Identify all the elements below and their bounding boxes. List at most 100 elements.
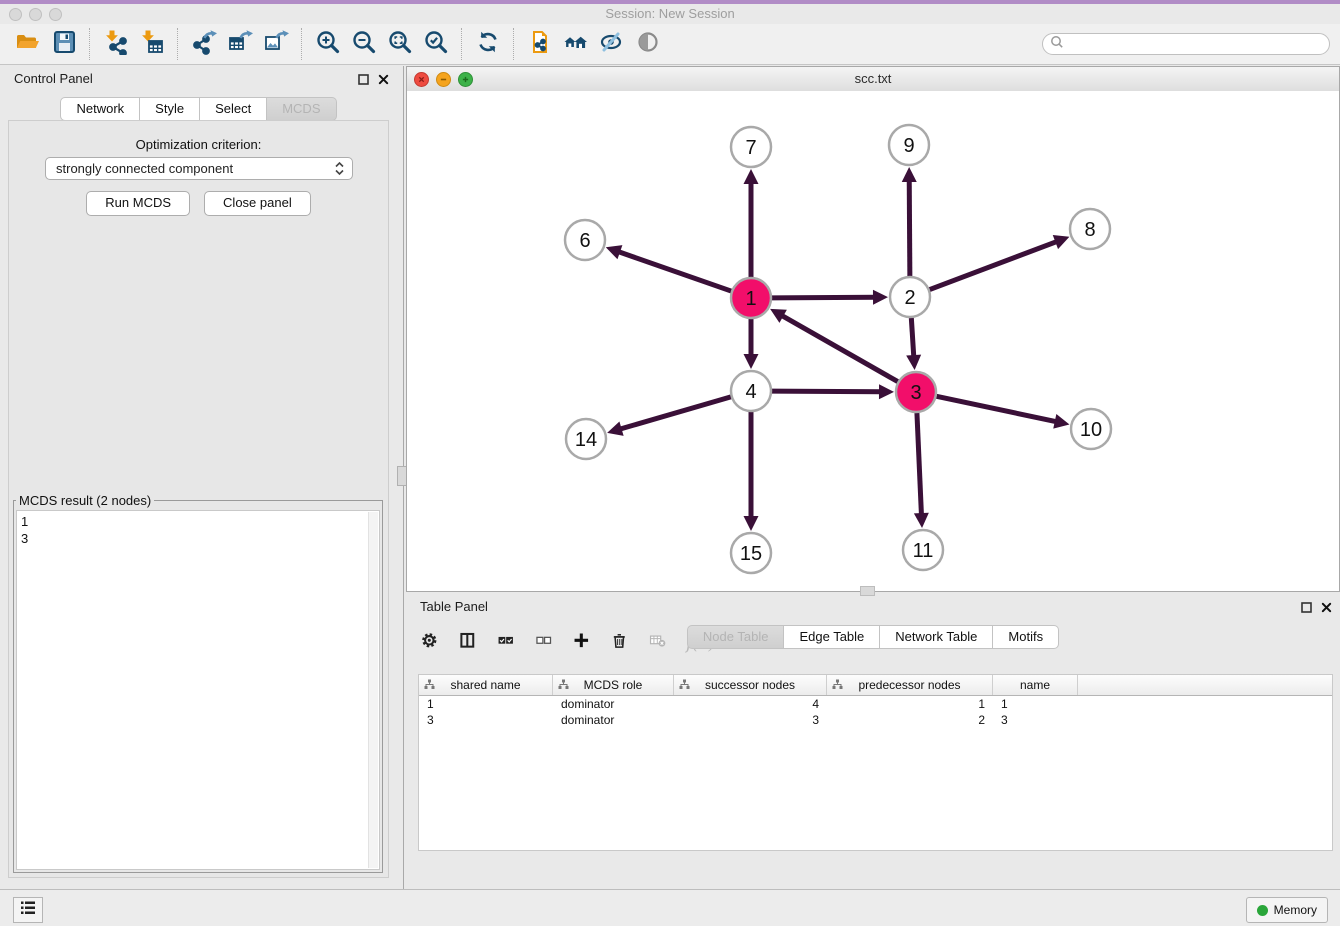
table-tabs: Node TableEdge TableNetwork TableMotifs <box>406 625 1340 886</box>
network-graph[interactable]: 7 9 6 8 1 2 4 3 14 10 15 11 <box>407 91 1339 591</box>
import-network-button[interactable] <box>98 27 134 61</box>
task-history-button[interactable] <box>13 897 43 923</box>
tab-node-table[interactable]: Node Table <box>687 625 785 649</box>
network-canvas[interactable]: 7 9 6 8 1 2 4 3 14 10 15 11 <box>407 91 1339 591</box>
edge-2-3[interactable] <box>906 318 921 370</box>
list-icon <box>17 897 39 924</box>
home-view-icon <box>563 29 589 60</box>
svg-text:3: 3 <box>910 382 921 404</box>
float-panel-icon[interactable] <box>358 72 369 90</box>
node-1[interactable]: 1 <box>731 278 771 318</box>
open-session-button[interactable] <box>10 27 46 61</box>
network-frame-titlebar[interactable]: scc.txt <box>407 67 1339 92</box>
node-2[interactable]: 2 <box>890 277 930 317</box>
import-table-button[interactable] <box>134 27 170 61</box>
export-image-button[interactable] <box>258 27 294 61</box>
svg-text:8: 8 <box>1084 219 1095 241</box>
search-field[interactable] <box>1042 33 1330 55</box>
close-table-panel-icon[interactable] <box>1321 600 1332 618</box>
application-window: Session: New Session Control Panel Netwo… <box>0 0 1340 926</box>
optimization-criterion-dropdown[interactable]: strongly connected component <box>45 157 353 180</box>
frame-minimize-button[interactable] <box>436 72 451 87</box>
toolbar-separator <box>89 28 91 60</box>
zoom-fit-button[interactable] <box>382 27 418 61</box>
edge-1-6[interactable] <box>606 245 731 291</box>
edge-4-14[interactable] <box>607 397 731 436</box>
edge-3-10[interactable] <box>937 396 1070 428</box>
tab-select[interactable]: Select <box>200 97 267 121</box>
node-3[interactable]: 3 <box>896 372 936 412</box>
frame-close-button[interactable] <box>414 72 429 87</box>
float-table-panel-icon[interactable] <box>1301 600 1312 618</box>
node-6[interactable]: 6 <box>565 220 605 260</box>
tab-mcds[interactable]: MCDS <box>267 97 336 121</box>
node-7[interactable]: 7 <box>731 127 771 167</box>
svg-text:4: 4 <box>745 381 756 403</box>
svg-text:9: 9 <box>903 135 914 157</box>
zoom-in-icon <box>315 29 341 60</box>
table-panel-title: Table Panel <box>420 599 488 614</box>
search-input[interactable] <box>1064 36 1329 52</box>
edge-2-9[interactable] <box>902 167 917 276</box>
node-4[interactable]: 4 <box>731 371 771 411</box>
node-15[interactable]: 15 <box>731 533 771 573</box>
hide-graphics-details-icon <box>599 29 625 60</box>
svg-text:14: 14 <box>575 429 597 451</box>
search-icon <box>1050 35 1064 54</box>
tab-style[interactable]: Style <box>140 97 200 121</box>
node-8[interactable]: 8 <box>1070 209 1110 249</box>
edge-4-3[interactable] <box>772 384 894 399</box>
tab-network[interactable]: Network <box>60 97 140 121</box>
memory-button[interactable]: Memory <box>1246 897 1328 923</box>
edge-1-4[interactable] <box>744 319 759 369</box>
node-9[interactable]: 9 <box>889 125 929 165</box>
tab-motifs[interactable]: Motifs <box>993 625 1059 649</box>
zoom-in-button[interactable] <box>310 27 346 61</box>
close-panel-button[interactable]: Close panel <box>204 191 311 216</box>
dropdown-value: strongly connected component <box>56 161 233 176</box>
run-mcds-button[interactable]: Run MCDS <box>86 191 190 216</box>
edge-1-2[interactable] <box>772 290 888 305</box>
mcds-result-text[interactable]: 1 3 <box>16 510 380 870</box>
clone-network-button[interactable] <box>522 27 558 61</box>
export-image-icon <box>263 29 289 60</box>
control-panel-title: Control Panel <box>14 71 93 86</box>
svg-text:2: 2 <box>904 287 915 309</box>
tab-network-table[interactable]: Network Table <box>880 625 993 649</box>
zoom-selected-button[interactable] <box>418 27 454 61</box>
toolbar-separator <box>177 28 179 60</box>
node-11[interactable]: 11 <box>903 530 943 570</box>
edge-3-11[interactable] <box>914 413 929 528</box>
mcds-panel: Optimization criterion: strongly connect… <box>8 120 389 878</box>
edge-3-1[interactable] <box>770 309 898 382</box>
save-session-button[interactable] <box>46 27 82 61</box>
network-view-frame: scc.txt 7 9 6 8 1 2 4 3 14 10 15 11 <box>406 66 1340 592</box>
network-title: scc.txt <box>407 67 1339 91</box>
hide-graphics-details-button[interactable] <box>594 27 630 61</box>
edge-1-7[interactable] <box>744 169 759 277</box>
edge-4-15[interactable] <box>744 412 759 531</box>
node-14[interactable]: 14 <box>566 419 606 459</box>
export-table-button[interactable] <box>222 27 258 61</box>
zoom-out-icon <box>351 29 377 60</box>
home-view-button[interactable] <box>558 27 594 61</box>
node-10[interactable]: 10 <box>1071 409 1111 449</box>
refresh-button[interactable] <box>470 27 506 61</box>
status-bar: Memory <box>0 889 1340 926</box>
toolbar-separator <box>513 28 515 60</box>
window-title: Session: New Session <box>0 4 1340 24</box>
clone-network-icon <box>527 29 553 60</box>
close-panel-icon[interactable] <box>378 72 389 90</box>
import-table-icon <box>139 29 165 60</box>
frame-maximize-button[interactable] <box>458 72 473 87</box>
edge-2-8[interactable] <box>930 235 1070 290</box>
zoom-selected-icon <box>423 29 449 60</box>
export-network-button[interactable] <box>186 27 222 61</box>
mcds-result-title: MCDS result (2 nodes) <box>16 493 154 508</box>
show-graphics-details-button[interactable] <box>630 27 666 61</box>
result-scrollbar[interactable] <box>368 512 378 868</box>
tab-edge-table[interactable]: Edge Table <box>784 625 880 649</box>
control-panel: Control Panel NetworkStyleSelectMCDS Opt… <box>0 66 397 878</box>
zoom-out-button[interactable] <box>346 27 382 61</box>
zoom-fit-icon <box>387 29 413 60</box>
